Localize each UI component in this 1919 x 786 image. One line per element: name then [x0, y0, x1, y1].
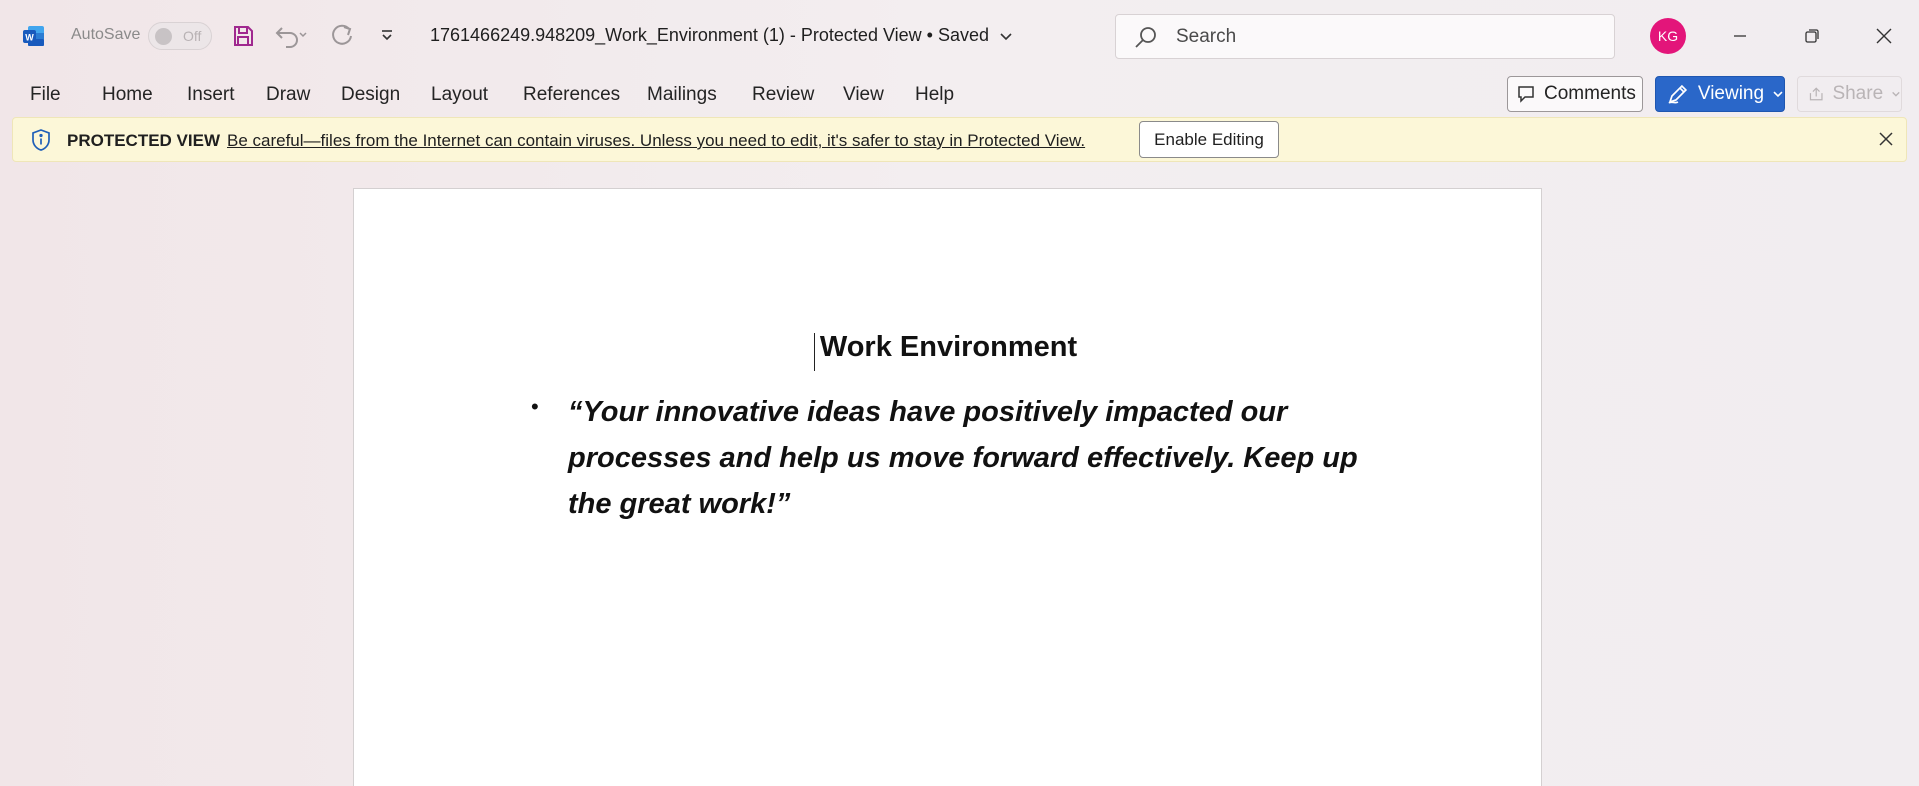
protected-view-title: PROTECTED VIEW — [67, 131, 221, 150]
tab-insert[interactable]: Insert — [187, 84, 235, 106]
search-icon — [1135, 27, 1156, 48]
word-app-icon[interactable]: W — [22, 24, 46, 48]
autosave-toggle[interactable]: Off — [148, 22, 212, 50]
title-bar: W AutoSave Off 1761466249.948209_Work_En… — [0, 0, 1919, 72]
redo-button[interactable] — [328, 20, 358, 52]
share-icon — [1809, 87, 1823, 101]
viewing-mode-button[interactable]: Viewing — [1655, 76, 1785, 112]
share-label: Share — [1832, 83, 1884, 104]
document-page[interactable]: Work Environment • “Your innovative idea… — [353, 188, 1542, 786]
tab-layout[interactable]: Layout — [431, 84, 488, 106]
pen-icon — [1668, 84, 1688, 104]
tab-references[interactable]: References — [523, 84, 620, 106]
close-icon — [1876, 28, 1892, 44]
share-button[interactable]: Share — [1797, 76, 1902, 112]
enable-editing-button[interactable]: Enable Editing — [1139, 121, 1279, 158]
protected-view-banner: PROTECTED VIEW Be careful—files from the… — [12, 117, 1907, 162]
autosave-state: Off — [183, 28, 202, 44]
save-icon — [234, 26, 253, 46]
tab-draw[interactable]: Draw — [266, 84, 310, 106]
svg-text:W: W — [25, 33, 34, 43]
tab-help[interactable]: Help — [915, 84, 954, 106]
tab-mailings[interactable]: Mailings — [647, 84, 717, 106]
tab-review[interactable]: Review — [752, 84, 814, 106]
close-banner-icon[interactable] — [1877, 130, 1895, 148]
chevron-down-icon — [1892, 91, 1900, 97]
undo-icon — [275, 27, 307, 48]
comments-button[interactable]: Comments — [1507, 76, 1643, 112]
chevron-down-icon — [382, 30, 392, 41]
avatar[interactable]: KG — [1650, 18, 1686, 54]
save-button[interactable] — [228, 20, 258, 52]
search-box[interactable] — [1115, 14, 1615, 59]
toggle-knob — [155, 28, 172, 45]
customize-toolbar-button[interactable] — [376, 20, 398, 52]
restore-button[interactable] — [1794, 18, 1830, 54]
tab-file[interactable]: File — [30, 84, 61, 106]
bullet-marker: • — [531, 394, 539, 419]
chevron-down-icon — [1773, 91, 1783, 98]
protected-view-message-link[interactable]: Be careful—files from the Internet can c… — [227, 131, 1085, 151]
comments-label: Comments — [1544, 83, 1636, 104]
redo-icon — [332, 24, 352, 45]
chevron-down-icon — [1000, 33, 1012, 41]
bullet-quote-text: “Your innovative ideas have positively i… — [568, 396, 1358, 520]
document-title-text: 1761466249.948209_Work_Environment (1) -… — [430, 25, 989, 45]
tab-home[interactable]: Home — [102, 84, 153, 106]
minimize-button[interactable] — [1722, 18, 1758, 54]
tab-design[interactable]: Design — [341, 84, 400, 106]
undo-button[interactable] — [270, 20, 314, 52]
word-window: W AutoSave Off 1761466249.948209_Work_En… — [0, 0, 1919, 786]
close-window-button[interactable] — [1866, 18, 1902, 54]
tab-view[interactable]: View — [843, 84, 884, 106]
shield-info-icon — [32, 129, 50, 151]
document-heading: Work Environment — [819, 331, 1078, 363]
comment-icon — [1518, 86, 1534, 103]
document-title[interactable]: 1761466249.948209_Work_Environment (1) -… — [430, 25, 1014, 46]
autosave-label: AutoSave — [71, 26, 141, 43]
minimize-icon — [1734, 35, 1746, 37]
restore-icon — [1805, 29, 1819, 43]
search-input[interactable] — [1176, 23, 1596, 51]
viewing-label: Viewing — [1697, 83, 1765, 104]
